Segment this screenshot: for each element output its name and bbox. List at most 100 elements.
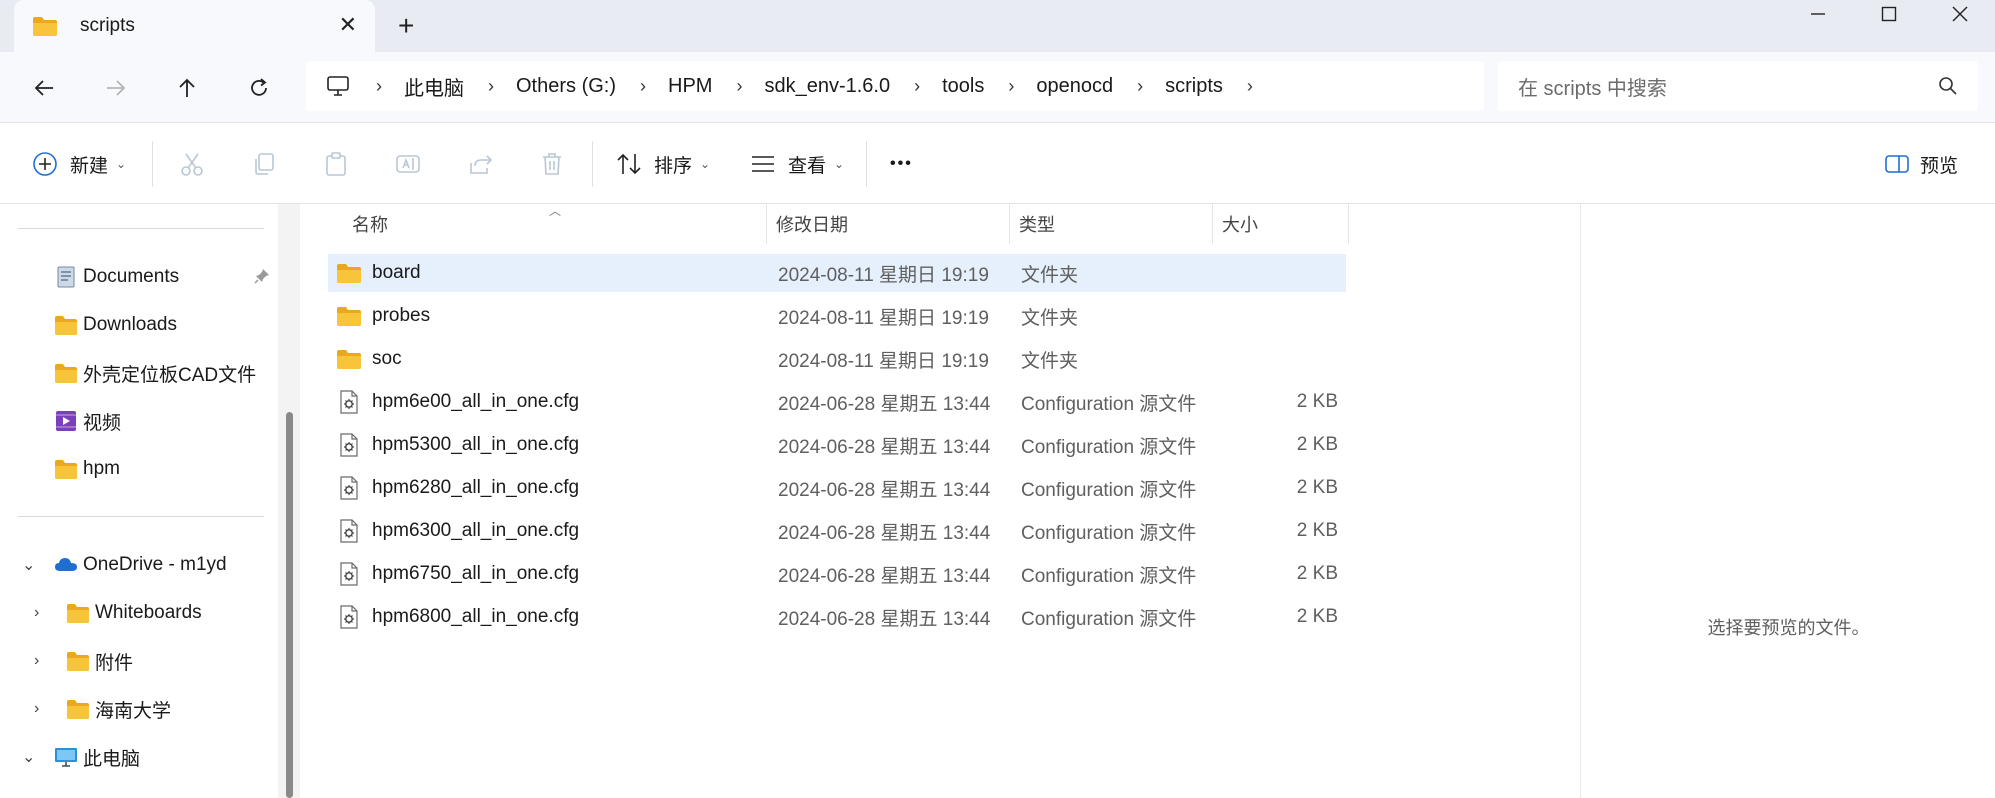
sort-ascending-icon: ︿: [549, 204, 562, 218]
sidebar-item-documents[interactable]: Documents: [0, 257, 280, 297]
copy-button[interactable]: [248, 148, 280, 180]
sort-button[interactable]: 排序 ⌄: [616, 147, 710, 181]
breadcrumb-separator[interactable]: ›: [640, 76, 646, 97]
breadcrumb-this-pc[interactable]: 此电脑: [404, 72, 464, 101]
sidebar-item-whiteboards[interactable]: › Whiteboards: [0, 593, 280, 633]
folder-icon: [67, 700, 89, 719]
file-date: 2024-06-28 星期五 13:44: [778, 565, 991, 587]
column-divider[interactable]: [1212, 204, 1213, 244]
column-header-date[interactable]: 修改日期: [776, 204, 848, 244]
file-row[interactable]: hpm6800_all_in_one.cfg 2024-06-28 星期五 13:…: [328, 598, 1346, 636]
maximize-button[interactable]: [1857, 0, 1921, 28]
chevron-right-icon[interactable]: ›: [34, 604, 39, 622]
file-name-cell[interactable]: soc: [336, 340, 402, 378]
refresh-button[interactable]: [241, 70, 277, 106]
column-header-type[interactable]: 类型: [1019, 204, 1055, 244]
search-placeholder[interactable]: 在 scripts 中搜索: [1518, 72, 1667, 101]
breadcrumb-separator[interactable]: ›: [914, 76, 920, 97]
breadcrumb-hpm[interactable]: HPM: [668, 75, 712, 98]
toolbar-divider: [152, 141, 153, 187]
column-divider[interactable]: [1348, 204, 1349, 244]
file-date: 2024-06-28 星期五 13:44: [778, 608, 991, 630]
file-row[interactable]: hpm5300_all_in_one.cfg 2024-06-28 星期五 13:…: [328, 426, 1346, 464]
sidebar-item-hpm[interactable]: hpm: [0, 449, 280, 489]
preview-pane-button[interactable]: 预览: [1884, 147, 1958, 181]
column-header-size[interactable]: 大小: [1222, 204, 1258, 244]
breadcrumb-sdk-env[interactable]: sdk_env-1.6.0: [764, 75, 890, 98]
close-window-button[interactable]: [1928, 0, 1992, 28]
file-name-cell[interactable]: hpm5300_all_in_one.cfg: [336, 426, 579, 464]
breadcrumb-scripts[interactable]: scripts: [1165, 75, 1223, 98]
file-name-cell[interactable]: hpm6e00_all_in_one.cfg: [336, 383, 579, 421]
tab-scripts[interactable]: scripts ✕: [14, 0, 375, 52]
title-bar: scripts ✕ +: [0, 0, 1995, 52]
file-size: 2 KB: [1296, 477, 1338, 498]
back-button[interactable]: [26, 70, 62, 106]
file-row[interactable]: hpm6280_all_in_one.cfg 2024-06-28 星期五 13:…: [328, 469, 1346, 507]
breadcrumb-separator[interactable]: ›: [1247, 76, 1253, 97]
file-row[interactable]: hpm6750_all_in_one.cfg 2024-06-28 星期五 13:…: [328, 555, 1346, 593]
column-label: 大小: [1222, 215, 1258, 235]
share-button[interactable]: [464, 148, 496, 180]
cloud-icon: [55, 558, 77, 571]
up-button[interactable]: [169, 70, 205, 106]
more-options-button[interactable]: •••: [890, 147, 913, 181]
breadcrumb-drive[interactable]: Others (G:): [516, 75, 616, 98]
folder-icon: [337, 264, 361, 283]
chevron-down-icon[interactable]: ⌄: [22, 747, 35, 767]
new-tab-button[interactable]: +: [398, 11, 414, 41]
breadcrumb-tools[interactable]: tools: [942, 75, 984, 98]
scrollbar-thumb[interactable]: [286, 412, 293, 798]
file-name-cell[interactable]: hpm6280_all_in_one.cfg: [336, 469, 579, 507]
tab-close-icon[interactable]: ✕: [339, 12, 357, 38]
chevron-right-icon[interactable]: ›: [34, 652, 39, 670]
breadcrumb-separator[interactable]: ›: [1008, 76, 1014, 97]
minimize-button[interactable]: [1786, 0, 1850, 28]
chevron-down-icon[interactable]: ⌄: [22, 555, 35, 575]
file-row[interactable]: probes 2024-08-11 星期日 19:19 文件夹: [328, 297, 1346, 335]
column-divider[interactable]: [766, 204, 767, 244]
file-row[interactable]: board 2024-08-11 星期日 19:19 文件夹: [328, 254, 1346, 292]
search-icon[interactable]: [1938, 76, 1958, 96]
breadcrumb[interactable]: › 此电脑 › Others (G:) › HPM › sdk_env-1.6.…: [306, 61, 1484, 111]
rename-button[interactable]: [392, 148, 424, 180]
new-button[interactable]: 新建 ⌄: [32, 147, 126, 181]
folder-icon: [337, 307, 361, 326]
file-name-cell[interactable]: hpm6300_all_in_one.cfg: [336, 512, 579, 550]
breadcrumb-openocd[interactable]: openocd: [1036, 75, 1113, 98]
sidebar-item-hainan-university[interactable]: › 海南大学: [0, 689, 280, 729]
file-name-cell[interactable]: board: [336, 254, 421, 292]
view-button[interactable]: 查看 ⌄: [750, 147, 844, 181]
file-icon-wrap: [336, 562, 362, 586]
file-name-cell[interactable]: hpm6750_all_in_one.cfg: [336, 555, 579, 593]
file-row[interactable]: hpm6300_all_in_one.cfg 2024-06-28 星期五 13:…: [328, 512, 1346, 550]
search-box[interactable]: 在 scripts 中搜索: [1498, 61, 1978, 111]
column-header-name[interactable]: 名称: [352, 204, 388, 244]
sidebar-item-attachments[interactable]: › 附件: [0, 641, 280, 681]
column-label: 名称: [352, 215, 388, 235]
paste-button[interactable]: [320, 148, 352, 180]
rename-icon: [396, 155, 420, 173]
sidebar-item-downloads[interactable]: Downloads: [0, 305, 280, 345]
column-divider[interactable]: [1009, 204, 1010, 244]
file-name-cell[interactable]: hpm6800_all_in_one.cfg: [336, 598, 579, 636]
sidebar-item-cad-folder[interactable]: 外壳定位板CAD文件: [0, 353, 280, 393]
cut-button[interactable]: [176, 148, 208, 180]
sidebar-scrollbar[interactable]: [278, 204, 300, 798]
sidebar-item-this-pc[interactable]: ⌄ 此电脑: [0, 737, 280, 777]
delete-button[interactable]: [536, 148, 568, 180]
breadcrumb-separator[interactable]: ›: [736, 76, 742, 97]
breadcrumb-separator[interactable]: ›: [488, 76, 494, 97]
sort-label: 排序: [654, 155, 693, 177]
sidebar-item-videos[interactable]: 视频: [0, 401, 280, 441]
more-icon: •••: [890, 155, 913, 172]
sidebar-item-onedrive[interactable]: ⌄ OneDrive - m1yd: [0, 545, 280, 585]
file-name-cell[interactable]: probes: [336, 297, 430, 335]
pin-icon[interactable]: [254, 268, 270, 284]
file-row[interactable]: hpm6e00_all_in_one.cfg 2024-06-28 星期五 13:…: [328, 383, 1346, 421]
forward-button[interactable]: [98, 70, 134, 106]
file-row[interactable]: soc 2024-08-11 星期日 19:19 文件夹: [328, 340, 1346, 378]
chevron-right-icon[interactable]: ›: [34, 700, 39, 718]
file-size: 2 KB: [1296, 520, 1338, 541]
breadcrumb-separator[interactable]: ›: [1137, 76, 1143, 97]
